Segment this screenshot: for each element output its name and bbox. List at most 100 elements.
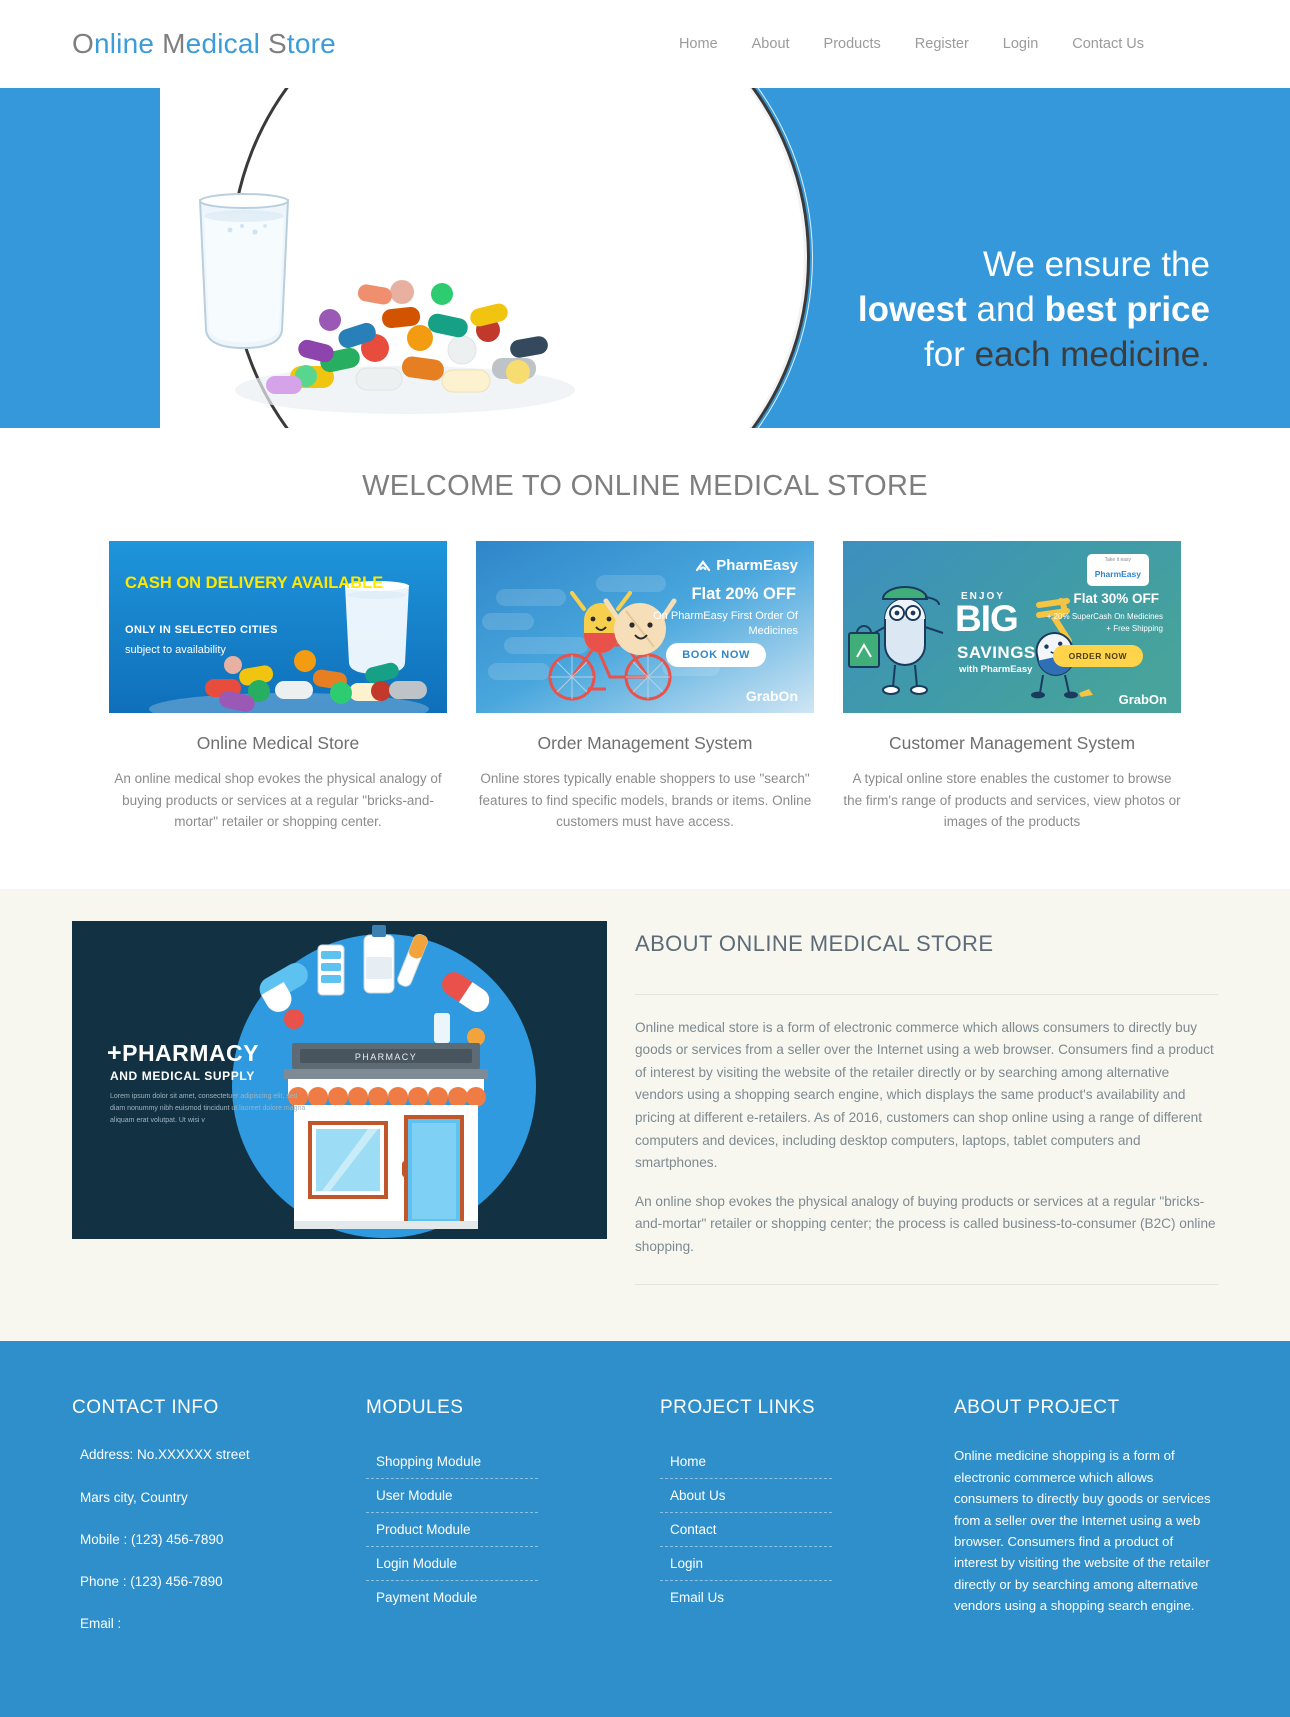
footer-heading-contact-info: CONTACT INFO <box>72 1397 219 1419</box>
hero-banner: We ensure the lowest and best price for … <box>0 88 1290 428</box>
nav-item-contact-us[interactable]: Contact Us <box>1072 36 1144 52</box>
banner3-offer: Flat 30% OFF <box>1073 591 1159 606</box>
hero-left-mask <box>0 88 160 428</box>
contact-email: Email : <box>80 1616 122 1632</box>
banner3-cta-button[interactable]: ORDER NOW <box>1052 645 1143 667</box>
banner1-headline: CASH ON DELIVERY AVAILABLE <box>125 574 384 592</box>
hero-word-for: for <box>924 334 975 374</box>
hero-word-each-medicine: each medicine. <box>974 334 1210 374</box>
list-item: Contact <box>660 1513 832 1548</box>
module-link-login[interactable]: Login Module <box>366 1547 538 1580</box>
banner1-note: subject to availability <box>125 644 226 656</box>
footer-heading-project-links: PROJECT LINKS <box>660 1397 816 1419</box>
nav-item-home[interactable]: Home <box>679 36 718 52</box>
list-item: Shopping Module <box>366 1445 538 1480</box>
about-divider-bottom <box>635 1284 1218 1286</box>
banner1-subline: ONLY IN SELECTED CITIES <box>125 624 278 636</box>
hero-line-1: We ensure the <box>983 245 1210 284</box>
logo-letter-m: M <box>162 28 186 59</box>
project-link-login[interactable]: Login <box>660 1547 832 1580</box>
pharmacy-logo-title: +PHARMACY <box>107 1039 259 1068</box>
modules-list: Shopping Module User Module Product Modu… <box>366 1445 538 1614</box>
hero-line-3: for each medicine. <box>570 333 1210 378</box>
project-links-list: Home About Us Contact Login Email Us <box>660 1445 832 1614</box>
feature-card-text: A typical online store enables the custo… <box>843 771 1181 830</box>
list-item: User Module <box>366 1479 538 1514</box>
banner3-details: + 20% SuperCash On Medicines + Free Ship… <box>1003 611 1163 634</box>
list-item: Login Module <box>366 1547 538 1582</box>
banner3-detail-2: + Free Shipping <box>1106 623 1163 633</box>
pills-and-water-glass-image <box>198 193 575 414</box>
module-link-user[interactable]: User Module <box>366 1479 538 1512</box>
logo-letter-s: S <box>268 28 287 59</box>
site-logo[interactable]: Online Medical Store <box>72 28 336 60</box>
feature-card-title: Order Management System <box>537 733 753 753</box>
pharmacy-title-text: PHARMACY <box>122 1039 259 1066</box>
pharmacy-illustration: PHARMACY +PHARMACY AND MEDICAL SUPPLY Lo… <box>72 920 607 1239</box>
banner2-partner-logo: GrabOn <box>745 688 798 704</box>
feature-card-text: An online medical shop evokes the physic… <box>114 771 442 830</box>
project-link-email-us[interactable]: Email Us <box>660 1581 832 1614</box>
pharmacy-logo-subtitle: AND MEDICAL SUPPLY <box>110 1068 255 1083</box>
banner2-offer: Flat 20% OFF <box>691 585 796 603</box>
footer-column-project-links: PROJECT LINKS Home About Us Contact Logi… <box>660 1397 954 1656</box>
footer-heading-modules: MODULES <box>366 1397 464 1419</box>
contact-address-city: Mars city, Country <box>80 1489 188 1505</box>
feature-card-title: Customer Management System <box>888 733 1136 753</box>
about-content: ABOUT ONLINE MEDICAL STORE Online medica… <box>635 921 1218 1286</box>
hero-word-best-price: best price <box>1044 289 1210 329</box>
about-heading: ABOUT ONLINE MEDICAL STORE <box>635 930 994 956</box>
nav-item-login[interactable]: Login <box>1003 36 1038 52</box>
banner2-brand: PharmEasy <box>695 557 798 574</box>
contact-phone: Phone : (123) 456-7890 <box>80 1574 223 1590</box>
banner3-logo-tagline: Take it easy <box>1104 557 1132 563</box>
module-link-product[interactable]: Product Module <box>366 1513 538 1546</box>
banner2-detail: On PharmEasy First Order Of Medicines <box>653 610 798 637</box>
project-link-home[interactable]: Home <box>660 1445 832 1478</box>
about-paragraph-1: Online medical store is a form of electr… <box>635 1019 1214 1171</box>
banner-cash-on-delivery: CASH ON DELIVERY AVAILABLE ONLY IN SELEC… <box>109 541 447 713</box>
nav-item-about[interactable]: About <box>752 36 790 52</box>
welcome-section: WELCOME TO ONLINE MEDICAL STORE <box>0 428 1290 503</box>
about-divider-top <box>635 993 1218 995</box>
list-item: Product Module <box>366 1513 538 1548</box>
banner3-logo-name: PharmEasy <box>1094 568 1141 579</box>
welcome-heading: WELCOME TO ONLINE MEDICAL STORE <box>362 470 928 502</box>
contact-address-street: Address: No.XXXXXX street <box>80 1447 250 1463</box>
feature-card-customer-management-system[interactable]: ENJOY BIG SAVINGS with PharmEasy Take it… <box>843 541 1181 833</box>
about-paragraph-2: An online shop evokes the physical analo… <box>635 1193 1216 1254</box>
site-header: Online Medical Store Home About Products… <box>0 0 1290 88</box>
project-link-contact[interactable]: Contact <box>660 1513 832 1546</box>
list-item: Login <box>660 1547 832 1582</box>
hero-word-and: and <box>966 289 1045 329</box>
banner2-cta-button[interactable]: BOOK NOW <box>666 643 766 667</box>
list-item: Payment Module <box>366 1581 538 1614</box>
logo-letter-o: O <box>72 28 94 59</box>
pharmacy-plus-icon: + <box>107 1038 123 1067</box>
banner3-savings-label: SAVINGS <box>957 643 1036 662</box>
list-item: About Us <box>660 1479 832 1514</box>
feature-card-order-management-system[interactable]: PharmEasy Flat 20% OFF On PharmEasy Firs… <box>476 541 814 833</box>
footer-heading-about-project: ABOUT PROJECT <box>954 1397 1120 1419</box>
list-item: Home <box>660 1445 832 1480</box>
logo-word-medical: edical <box>185 28 261 59</box>
nav-item-register[interactable]: Register <box>915 36 969 52</box>
banner3-with-label: with PharmEasy <box>959 664 1033 675</box>
site-footer: CONTACT INFO Address: No.XXXXXX street M… <box>0 1341 1290 1717</box>
module-link-shopping[interactable]: Shopping Module <box>366 1445 538 1478</box>
pharmacy-lorem-text: Lorem ipsum dolor sit amet, consectetuer… <box>110 1092 306 1124</box>
nav-item-products[interactable]: Products <box>824 36 881 52</box>
contact-mobile: Mobile : (123) 456-7890 <box>80 1531 224 1547</box>
feature-card-text: Online stores typically enable shoppers … <box>478 771 812 830</box>
feature-card-online-medical-store[interactable]: CASH ON DELIVERY AVAILABLE ONLY IN SELEC… <box>109 541 447 833</box>
logo-word-store: tore <box>286 28 336 59</box>
footer-column-modules: MODULES Shopping Module User Module Prod… <box>366 1397 660 1656</box>
feature-card-title: Online Medical Store <box>196 733 360 753</box>
footer-column-about-project: ABOUT PROJECT Online medicine shopping i… <box>954 1397 1218 1656</box>
hero-headline: We ensure the lowest and best price for … <box>570 243 1210 377</box>
banner2-brand-label: PharmEasy <box>716 557 798 574</box>
banner3-pharmeasy-logo: Take it easy PharmEasy <box>1086 554 1149 586</box>
project-link-about-us[interactable]: About Us <box>660 1479 832 1512</box>
module-link-payment[interactable]: Payment Module <box>366 1581 538 1614</box>
banner-big-savings-30-off: ENJOY BIG SAVINGS with PharmEasy Take it… <box>843 541 1181 713</box>
